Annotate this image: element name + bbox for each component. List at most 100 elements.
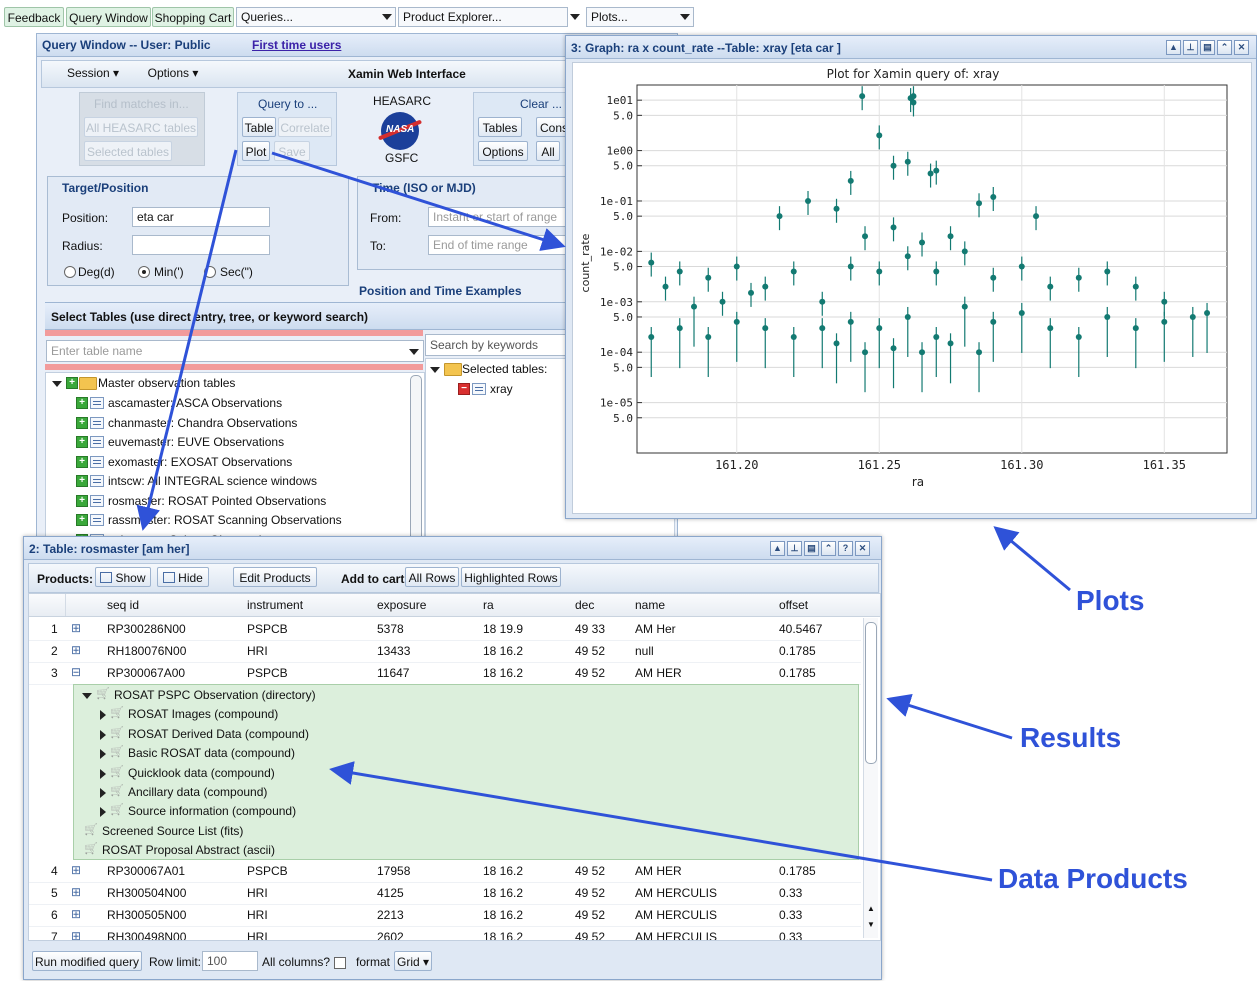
save-button[interactable]: Save	[274, 141, 310, 161]
help-icon[interactable]: ?	[838, 541, 853, 556]
expand-row-icon[interactable]: ⊞	[71, 929, 81, 940]
table-row[interactable]: 6 ⊞ RH300505N00 HRI 2213 18 16.2 49 52 AM HERCU…	[29, 904, 861, 927]
clear-all-button[interactable]: All	[536, 141, 560, 161]
table-name-input[interactable]: Enter table name	[46, 340, 424, 362]
expand-arrow-icon[interactable]	[430, 367, 440, 373]
product-item[interactable]: Quicklook data (compound)	[128, 766, 275, 780]
all-rows-button[interactable]: All Rows	[405, 567, 459, 587]
chevron-down-icon[interactable]	[680, 14, 690, 20]
add-icon[interactable]: +	[76, 514, 88, 526]
product-item[interactable]: ROSAT PSPC Observation (directory)	[114, 688, 316, 702]
maximize-icon[interactable]: ⌃	[821, 541, 836, 556]
column-header[interactable]: dec	[575, 598, 594, 612]
tree-item[interactable]: rassmaster: ROSAT Scanning Observations	[108, 513, 342, 527]
sec-radio[interactable]	[204, 266, 216, 278]
product-explorer-select[interactable]: Product Explorer...	[398, 7, 568, 27]
print-icon[interactable]: ▤	[804, 541, 819, 556]
correlate-button[interactable]: Correlate	[278, 117, 332, 137]
clear-options-button[interactable]: Options	[478, 141, 528, 161]
table-row[interactable]: 5 ⊞ RH300504N00 HRI 4125 18 16.2 49 52 AM HERCU…	[29, 882, 861, 905]
tree-item[interactable]: rosmaster: ROSAT Pointed Observations	[108, 494, 326, 508]
cart-icon[interactable]: 🛒	[110, 803, 124, 816]
cart-icon[interactable]: 🛒	[110, 765, 124, 778]
cart-icon[interactable]: 🛒	[96, 687, 110, 700]
min-radio[interactable]	[138, 266, 150, 278]
cart-icon[interactable]: 🛒	[110, 706, 124, 719]
column-header[interactable]: instrument	[247, 598, 303, 612]
expand-arrow-icon[interactable]	[52, 381, 62, 387]
chevron-down-icon[interactable]	[409, 349, 419, 355]
product-item[interactable]: ROSAT Images (compound)	[128, 707, 278, 721]
remove-icon[interactable]: −	[458, 383, 470, 395]
tree-item[interactable]: ascamaster: ASCA Observations	[108, 396, 282, 410]
column-header[interactable]: offset	[779, 598, 808, 612]
all-columns-checkbox[interactable]	[334, 957, 346, 969]
scroll-up-icon[interactable]: ▲	[867, 904, 875, 913]
all-heasarc-button[interactable]: All HEASARC tables	[84, 117, 198, 137]
add-icon[interactable]: +	[76, 397, 88, 409]
print-icon[interactable]: ▤	[1200, 40, 1215, 55]
to-input[interactable]: End of time range	[428, 235, 568, 255]
scrollbar-thumb[interactable]	[865, 622, 877, 764]
first-time-users-link[interactable]: First time users	[252, 38, 341, 52]
collapse-icon[interactable]: ▲	[1166, 40, 1181, 55]
highlighted-rows-button[interactable]: Highlighted Rows	[461, 567, 561, 587]
scatter-plot[interactable]: Plot for Xamin query of: xray 1e015.01e0…	[573, 63, 1251, 513]
run-modified-query-button[interactable]: Run modified query	[32, 951, 142, 971]
tree-scrollbar[interactable]	[410, 375, 422, 545]
collapse-icon[interactable]: ▲	[770, 541, 785, 556]
expand-row-icon[interactable]: ⊞	[71, 863, 81, 877]
grid-scrollbar[interactable]: ▲ ▼	[863, 618, 878, 938]
add-icon[interactable]: +	[76, 455, 88, 468]
table-row[interactable]: 4 ⊞ RP300067A01 PSPCB 17958 18 16.2 49 52 AM HE…	[29, 860, 861, 883]
table-row[interactable]: 1 ⊞ RP300286N00 PSPCB 5378 18 19.9 49 33 AM Her…	[29, 618, 861, 641]
collapse-row-icon[interactable]: ⊟	[71, 665, 81, 679]
shopping-cart-tab[interactable]: Shopping Cart	[152, 7, 234, 27]
add-icon[interactable]: +	[76, 436, 88, 448]
expand-row-icon[interactable]: ⊞	[71, 621, 81, 635]
close-icon[interactable]: ✕	[855, 541, 870, 556]
expand-row-icon[interactable]: ⊞	[71, 885, 81, 899]
session-menu[interactable]: Session ▾	[60, 63, 126, 83]
add-icon[interactable]: +	[76, 494, 88, 507]
plots-select[interactable]: Plots...	[586, 7, 694, 27]
clear-tables-button[interactable]: Tables	[478, 117, 522, 137]
scroll-down-icon[interactable]: ▼	[867, 920, 875, 929]
position-input[interactable]: eta car	[132, 207, 270, 227]
column-header[interactable]: exposure	[377, 598, 426, 612]
column-header[interactable]: ra	[483, 598, 494, 612]
position-time-examples-link[interactable]: Position and Time Examples	[359, 284, 522, 298]
maximize-icon[interactable]: ⌃	[1217, 40, 1232, 55]
add-icon[interactable]: +	[66, 377, 78, 389]
expand-arrow-icon[interactable]	[82, 693, 92, 699]
tree-item[interactable]: exomaster: EXOSAT Observations	[108, 455, 292, 469]
options-menu[interactable]: Options ▾	[140, 63, 206, 83]
deg-radio[interactable]	[64, 266, 76, 278]
row-limit-input[interactable]: 100	[202, 951, 258, 971]
cart-icon[interactable]: 🛒	[110, 726, 124, 739]
query-window-tab[interactable]: Query Window	[66, 7, 151, 27]
add-icon[interactable]: +	[76, 475, 88, 487]
format-select[interactable]: Grid ▾	[394, 951, 432, 971]
queries-select[interactable]: Queries...	[236, 7, 396, 27]
chevron-down-icon[interactable]	[570, 14, 580, 20]
show-products-button[interactable]: Show	[95, 567, 151, 587]
table-row[interactable]: 7 ⊞ RH300498N00 HRI 2602 18 16.2 49 52 AM HERCU…	[29, 926, 861, 940]
expand-arrow-icon[interactable]	[100, 749, 106, 760]
xray-table-node[interactable]: xray	[490, 382, 513, 396]
expand-row-icon[interactable]: ⊞	[71, 643, 81, 657]
from-input[interactable]: Instant or start of range	[428, 207, 568, 227]
product-item[interactable]: ROSAT Proposal Abstract (ascii)	[102, 843, 275, 857]
cart-icon[interactable]: 🛒	[110, 784, 124, 797]
chevron-down-icon[interactable]	[382, 14, 392, 20]
expand-arrow-icon[interactable]	[100, 788, 106, 798]
table-button[interactable]: Table	[242, 117, 276, 137]
expand-row-icon[interactable]: ⊞	[71, 907, 81, 921]
add-icon[interactable]: +	[76, 416, 88, 429]
pin-icon[interactable]: ⊥	[1183, 40, 1198, 55]
product-item[interactable]: Basic ROSAT data (compound)	[128, 746, 295, 760]
expand-arrow-icon[interactable]	[100, 710, 106, 721]
column-header[interactable]: name	[635, 598, 665, 612]
expand-arrow-icon[interactable]	[100, 768, 106, 779]
product-item[interactable]: ROSAT Derived Data (compound)	[128, 727, 309, 741]
